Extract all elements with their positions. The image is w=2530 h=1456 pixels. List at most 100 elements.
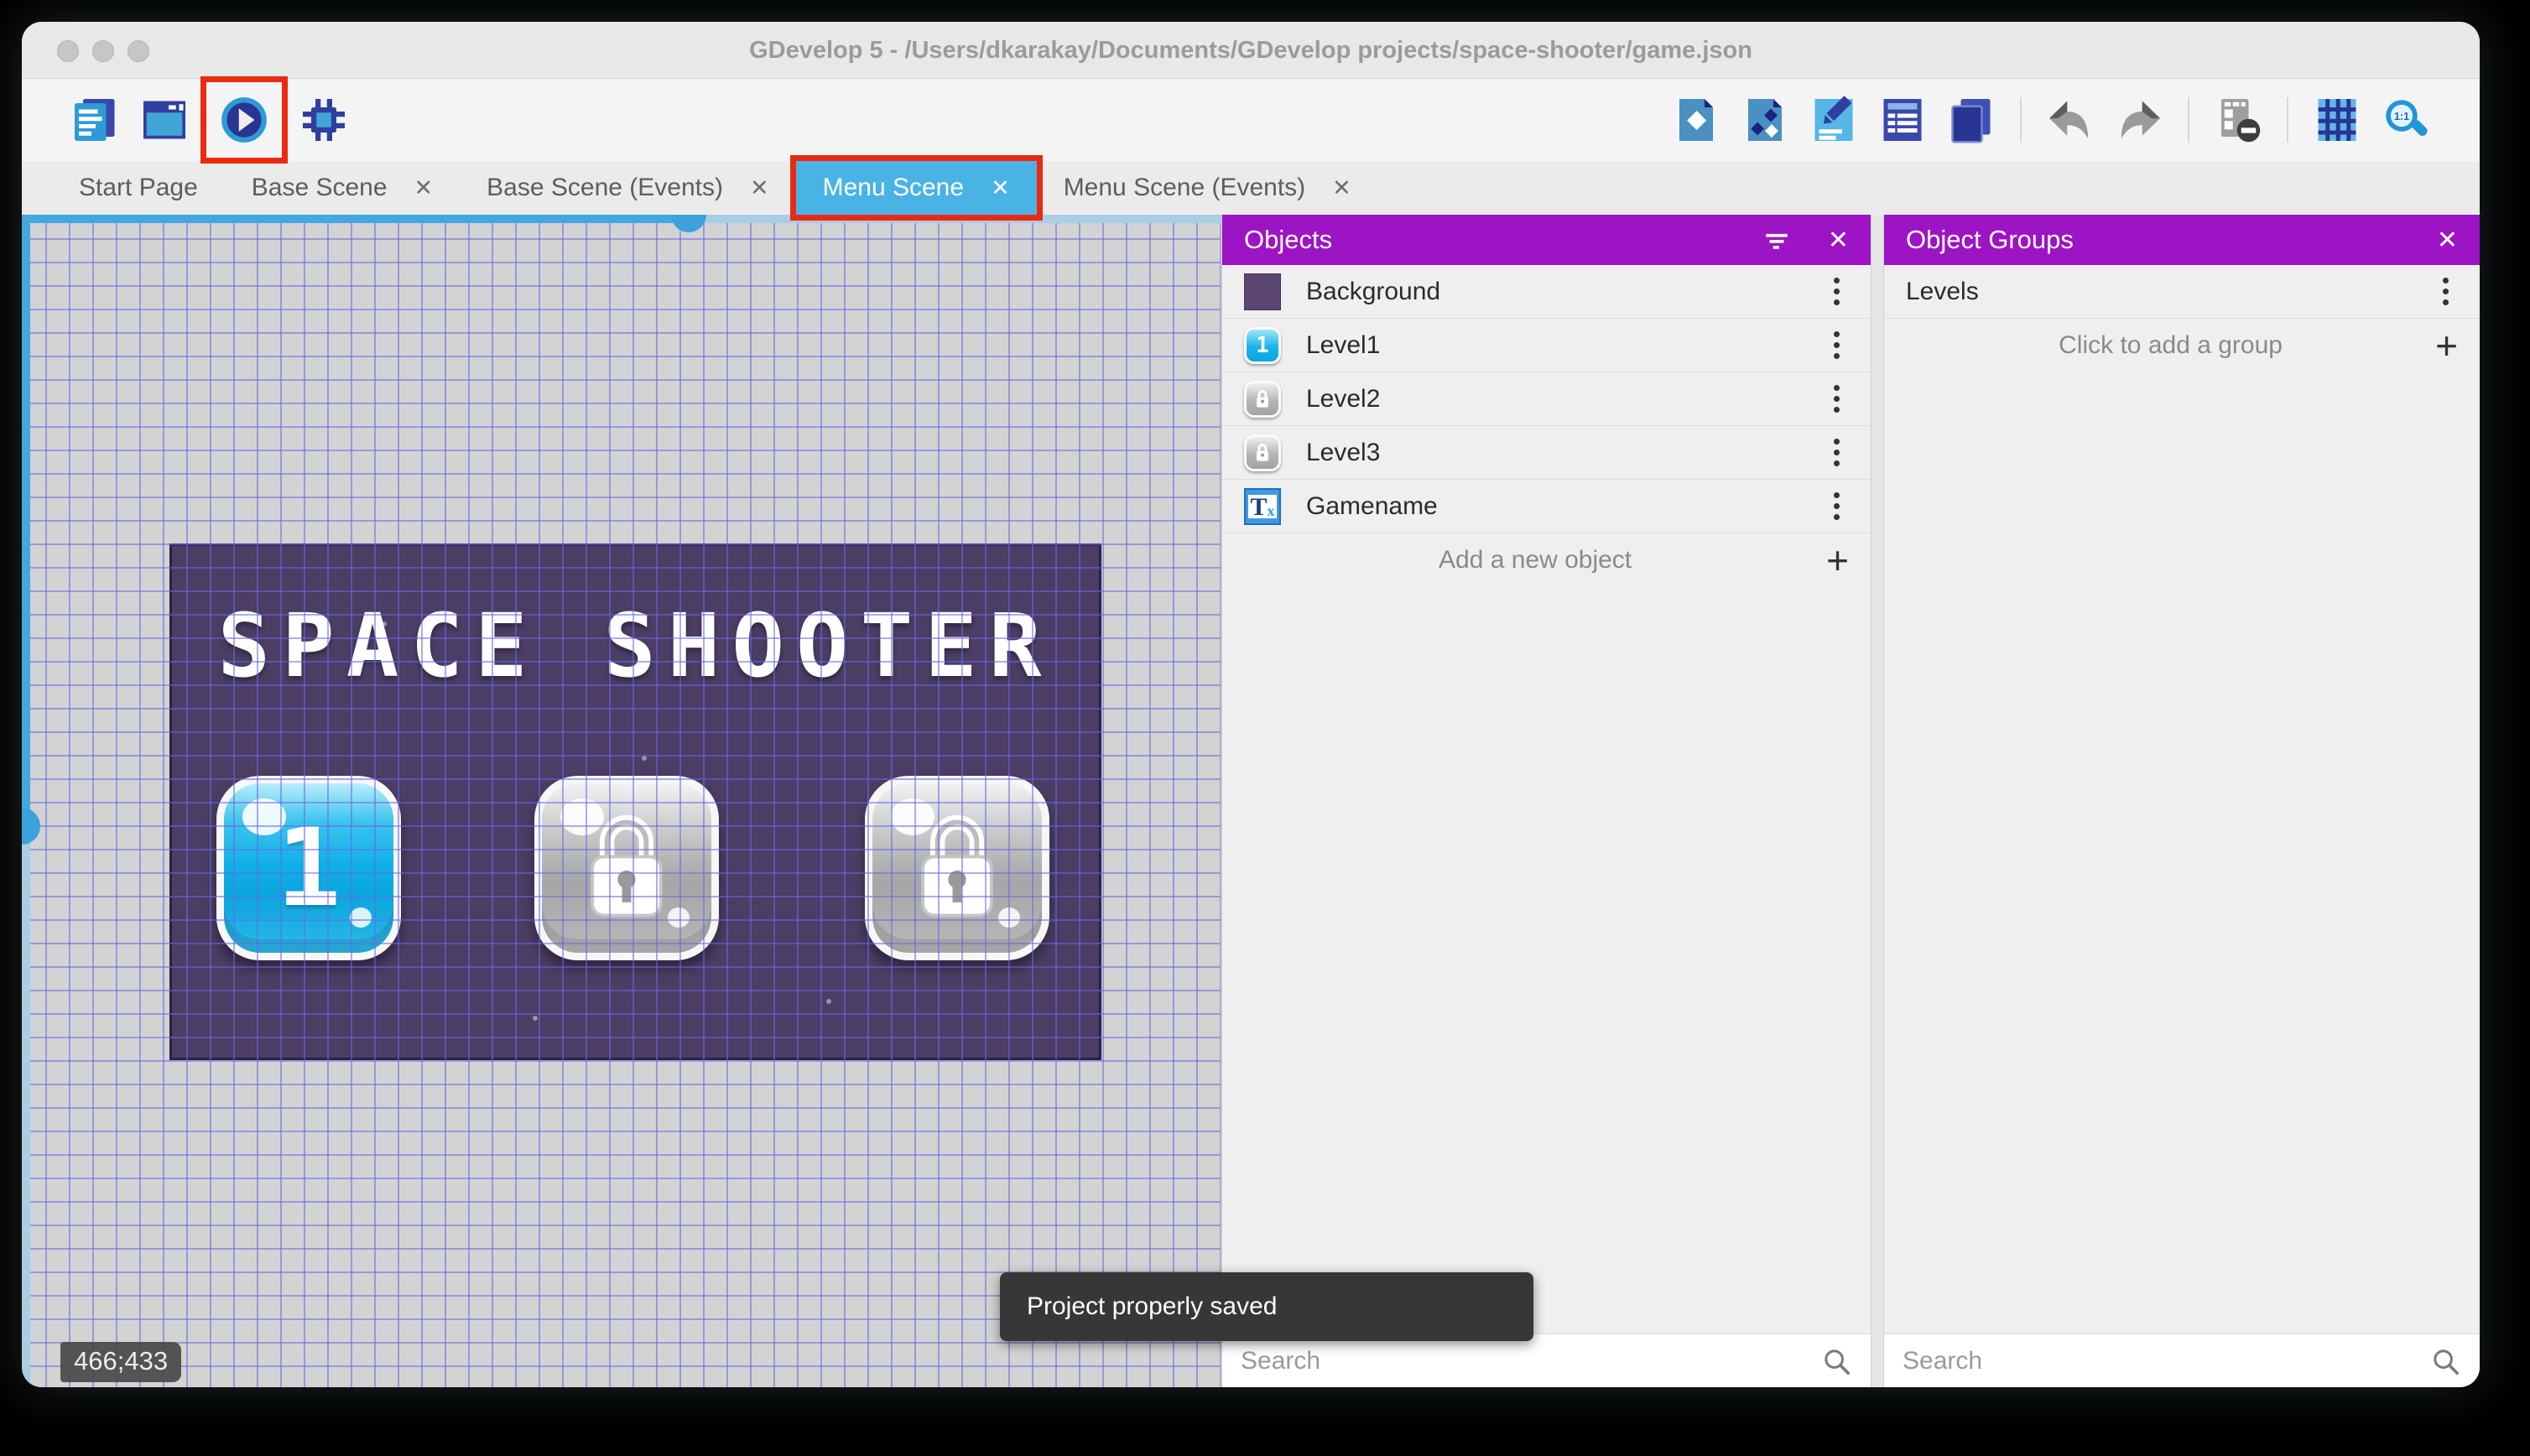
level3-thumbnail bbox=[1244, 434, 1281, 471]
level2-locked-button-object[interactable] bbox=[534, 776, 719, 960]
object-menu-icon[interactable] bbox=[1824, 492, 1849, 520]
objects-list: Background 1 Level1 Level2 Level3 T x Ga… bbox=[1222, 265, 1871, 1334]
gloss-highlight bbox=[350, 907, 372, 928]
toggle-instances-list-icon[interactable] bbox=[2211, 93, 2265, 147]
debugger-icon[interactable] bbox=[297, 93, 351, 147]
star-decoration bbox=[533, 1016, 538, 1021]
add-group-plus-icon[interactable]: + bbox=[2435, 326, 2458, 365]
level2-thumbnail bbox=[1244, 380, 1281, 418]
title-bar: GDevelop 5 - /Users/dkarakay/Documents/G… bbox=[22, 22, 2480, 79]
horizontal-scrollbar[interactable] bbox=[22, 215, 1221, 232]
project-manager-icon[interactable] bbox=[69, 93, 122, 147]
gloss-highlight bbox=[668, 907, 690, 928]
scene-editor-icon[interactable] bbox=[138, 93, 191, 147]
toolbar-left-group bbox=[69, 82, 351, 158]
maximize-window-button[interactable] bbox=[128, 40, 149, 62]
tab-menu-scene-active-highlighted[interactable]: Menu Scene ✕ bbox=[795, 161, 1037, 215]
gloss-highlight bbox=[891, 798, 934, 835]
object-row-level2[interactable]: Level2 bbox=[1222, 372, 1871, 426]
group-row-levels[interactable]: Levels bbox=[1884, 265, 2480, 319]
objects-panel-icon[interactable] bbox=[1669, 93, 1723, 147]
toolbar-separator bbox=[2188, 97, 2189, 143]
level3-locked-button-object[interactable] bbox=[865, 776, 1049, 960]
objects-searchbar bbox=[1222, 1334, 1871, 1387]
redo-icon[interactable] bbox=[2112, 93, 2166, 147]
group-menu-icon[interactable] bbox=[2433, 278, 2458, 305]
text-object-thumbnail: Tx bbox=[1244, 487, 1281, 525]
star-decoration bbox=[642, 756, 647, 761]
main-toolbar: 1:1 bbox=[22, 79, 2480, 161]
search-icon bbox=[2434, 1349, 2460, 1375]
tab-close-icon[interactable]: ✕ bbox=[750, 175, 769, 201]
add-object-row[interactable]: Add a new object + bbox=[1222, 533, 1871, 587]
groups-searchbar bbox=[1884, 1334, 2480, 1387]
toolbar-separator bbox=[2020, 97, 2022, 143]
groups-panel-title: Object Groups bbox=[1906, 225, 2074, 254]
toast-message: Project properly saved bbox=[1027, 1292, 1278, 1320]
padlock-icon bbox=[1257, 389, 1268, 408]
close-panel-icon[interactable]: ✕ bbox=[2437, 226, 2458, 255]
window-title: GDevelop 5 - /Users/dkarakay/Documents/G… bbox=[749, 37, 1752, 64]
edit-scene-properties-icon[interactable] bbox=[1807, 93, 1861, 147]
search-icon bbox=[1825, 1349, 1851, 1375]
level1-thumbnail: 1 bbox=[1244, 326, 1281, 364]
close-window-button[interactable] bbox=[57, 40, 79, 62]
toolbar-right-group: 1:1 bbox=[1669, 93, 2433, 147]
object-menu-icon[interactable] bbox=[1824, 278, 1849, 305]
object-row-level3[interactable]: Level3 bbox=[1222, 426, 1871, 480]
gloss-highlight bbox=[560, 798, 604, 835]
close-panel-icon[interactable]: ✕ bbox=[1828, 226, 1849, 255]
objects-panel: Objects ✕ Background 1 Level1 Level2 Lev… bbox=[1221, 215, 1871, 1387]
scene-canvas[interactable]: SPACE SHOOTER 1 466;433 bbox=[22, 215, 1221, 1387]
object-menu-icon[interactable] bbox=[1824, 439, 1849, 466]
background-thumbnail bbox=[1244, 273, 1281, 310]
preview-play-button-highlighted[interactable] bbox=[206, 82, 282, 158]
svg-text:1:1: 1:1 bbox=[2394, 111, 2409, 122]
level1-digit: 1 bbox=[276, 805, 341, 931]
add-object-plus-icon[interactable]: + bbox=[1826, 541, 1849, 580]
tab-base-scene-events[interactable]: Base Scene (Events) ✕ bbox=[460, 161, 795, 215]
object-groups-panel: Object Groups ✕ Levels Click to add a gr… bbox=[1884, 215, 2480, 1387]
vertical-scrollbar[interactable] bbox=[22, 215, 40, 1387]
filter-icon[interactable] bbox=[1762, 226, 1791, 254]
groups-search-input[interactable] bbox=[1903, 1346, 2429, 1375]
tab-menu-scene-events[interactable]: Menu Scene (Events) ✕ bbox=[1037, 161, 1378, 215]
instances-panel-icon[interactable] bbox=[1738, 93, 1792, 147]
panel-divider[interactable] bbox=[1871, 215, 1884, 1387]
object-row-gamename[interactable]: Tx Gamename bbox=[1222, 480, 1871, 533]
gloss-highlight bbox=[242, 798, 286, 835]
scene-title-text-object[interactable]: SPACE SHOOTER bbox=[172, 595, 1099, 697]
vertical-scrollbar-thumb[interactable] bbox=[22, 808, 40, 845]
properties-list-icon[interactable] bbox=[1876, 93, 1929, 147]
objects-search-input[interactable] bbox=[1241, 1346, 1820, 1375]
tab-close-icon[interactable]: ✕ bbox=[991, 175, 1010, 201]
main-area: SPACE SHOOTER 1 466;433 Objects ✕ Backgr… bbox=[22, 215, 2480, 1387]
object-menu-icon[interactable] bbox=[1824, 331, 1849, 359]
traffic-lights bbox=[57, 40, 149, 62]
tab-close-icon[interactable]: ✕ bbox=[1332, 175, 1351, 201]
scene-rectangle[interactable]: SPACE SHOOTER 1 bbox=[169, 543, 1101, 1060]
undo-icon[interactable] bbox=[2043, 93, 2097, 147]
play-icon bbox=[221, 97, 267, 143]
gdevelop-window: GDevelop 5 - /Users/dkarakay/Documents/G… bbox=[22, 22, 2480, 1387]
star-decoration bbox=[826, 999, 831, 1004]
tab-start-page[interactable]: Start Page bbox=[52, 161, 225, 215]
groups-panel-header: Object Groups ✕ bbox=[1884, 215, 2480, 265]
object-menu-icon[interactable] bbox=[1824, 385, 1849, 413]
editor-tabbar: Start Page Base Scene ✕ Base Scene (Even… bbox=[22, 161, 2480, 215]
object-row-background[interactable]: Background bbox=[1222, 265, 1871, 319]
object-row-level1[interactable]: 1 Level1 bbox=[1222, 319, 1871, 372]
tab-base-scene[interactable]: Base Scene ✕ bbox=[225, 161, 460, 215]
minimize-window-button[interactable] bbox=[92, 40, 114, 62]
gloss-highlight bbox=[998, 907, 1020, 928]
toolbar-separator bbox=[2287, 97, 2288, 143]
zoom-original-icon[interactable]: 1:1 bbox=[2379, 93, 2433, 147]
add-group-row[interactable]: Click to add a group + bbox=[1884, 319, 2480, 372]
groups-list: Levels Click to add a group + bbox=[1884, 265, 2480, 1334]
grid-icon[interactable] bbox=[2310, 93, 2364, 147]
tab-close-icon[interactable]: ✕ bbox=[414, 175, 434, 201]
horizontal-scrollbar-thumb[interactable] bbox=[671, 215, 706, 232]
level1-button-object[interactable]: 1 bbox=[216, 776, 401, 960]
layers-panel-icon[interactable] bbox=[1944, 93, 1998, 147]
save-toast: Project properly saved bbox=[1000, 1272, 1533, 1341]
